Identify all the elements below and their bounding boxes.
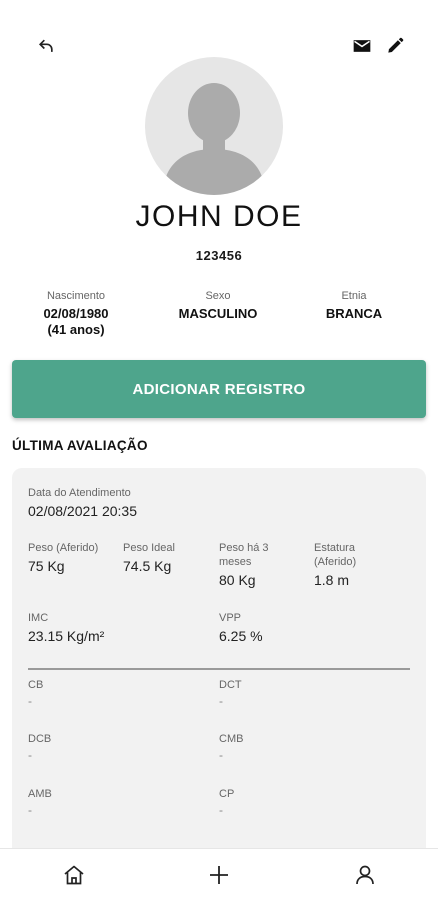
ethnicity-info: Etnia BRANCA — [284, 290, 424, 322]
amb-label: AMB — [28, 788, 52, 800]
ethnicity-label: Etnia — [341, 290, 367, 302]
height-label: Estatura (Aferido) — [314, 542, 357, 568]
height-value: 1.8 m — [314, 572, 350, 588]
weight-field: Peso (Aferido) 75 Kg — [28, 541, 112, 575]
cmb-value: - — [219, 748, 223, 762]
weight-value: 75 Kg — [28, 558, 65, 574]
weight-3m-field: Peso há 3 meses 80 Kg — [219, 541, 299, 589]
bottom-nav — [0, 848, 438, 900]
vpp-field: VPP 6.25 % — [219, 611, 389, 645]
cb-label: CB — [28, 679, 44, 691]
ideal-weight-label: Peso Ideal — [123, 542, 175, 554]
evaluation-card: Data do Atendimento 02/08/2021 20:35 Pes… — [12, 468, 426, 848]
amb-value: - — [28, 803, 32, 817]
birth-date: 02/08/1980 — [43, 306, 109, 321]
sex-info: Sexo MASCULINO — [148, 290, 288, 322]
add-record-button[interactable]: ADICIONAR REGISTRO — [12, 360, 426, 418]
height-field: Estatura (Aferido) 1.8 m — [314, 541, 398, 589]
patient-id: 123456 — [195, 248, 243, 263]
dct-label: DCT — [219, 679, 242, 691]
dcb-value: - — [28, 748, 32, 762]
nav-home-button[interactable] — [60, 861, 88, 889]
sex-value: MASCULINO — [178, 306, 258, 321]
patient-info-row: Nascimento 02/08/1980 (41 anos) Sexo MAS… — [0, 290, 438, 350]
divider — [28, 668, 410, 670]
patient-name: JOHN DOE — [135, 200, 303, 233]
cp-field: CP - — [219, 787, 389, 817]
amb-field: AMB - — [28, 787, 198, 817]
cp-value: - — [219, 803, 223, 817]
dcb-field: DCB - — [28, 732, 198, 762]
nav-add-button[interactable] — [205, 861, 233, 889]
home-icon — [64, 865, 84, 885]
dcb-label: DCB — [28, 733, 52, 745]
last-evaluation-title: ÚLTIMA AVALIAÇÃO — [12, 438, 148, 453]
avatar — [145, 57, 283, 195]
birth-label: Nascimento — [46, 290, 106, 302]
cb-value: - — [28, 694, 32, 708]
sex-label: Sexo — [205, 290, 231, 302]
mail-icon — [353, 40, 371, 52]
ethnicity-value: BRANCA — [325, 306, 383, 321]
vpp-label: VPP — [219, 612, 242, 624]
weight-3m-label: Peso há 3 meses — [219, 542, 269, 568]
person-silhouette-icon — [163, 83, 265, 195]
back-button[interactable] — [32, 32, 60, 60]
date-field: Data do Atendimento 02/08/2021 20:35 — [28, 486, 228, 520]
bmi-label: IMC — [28, 612, 49, 624]
weight-label: Peso (Aferido) — [28, 542, 99, 554]
birth-info: Nascimento 02/08/1980 (41 anos) — [6, 290, 146, 338]
cmb-field: CMB - — [219, 732, 389, 762]
ideal-weight-field: Peso Ideal 74.5 Kg — [123, 541, 207, 575]
mail-button[interactable] — [348, 32, 376, 60]
bmi-field: IMC 23.15 Kg/m² — [28, 611, 198, 645]
weight-3m-value: 80 Kg — [219, 572, 256, 588]
edit-button[interactable] — [381, 32, 409, 60]
dct-value: - — [219, 694, 223, 708]
cmb-label: CMB — [219, 733, 244, 745]
cb-field: CB - — [28, 678, 198, 708]
user-icon — [356, 865, 374, 885]
date-value: 02/08/2021 20:35 — [28, 503, 137, 519]
ideal-weight-value: 74.5 Kg — [123, 558, 172, 574]
plus-icon — [210, 866, 228, 884]
cp-label: CP — [219, 788, 235, 800]
nav-profile-button[interactable] — [351, 861, 379, 889]
vpp-value: 6.25 % — [219, 628, 263, 644]
dct-field: DCT - — [219, 678, 389, 708]
arrow-back-icon — [38, 39, 53, 52]
date-label: Data do Atendimento — [28, 487, 131, 499]
age: (41 anos) — [47, 322, 105, 337]
bmi-value: 23.15 Kg/m² — [28, 628, 105, 644]
pencil-icon — [388, 37, 404, 53]
